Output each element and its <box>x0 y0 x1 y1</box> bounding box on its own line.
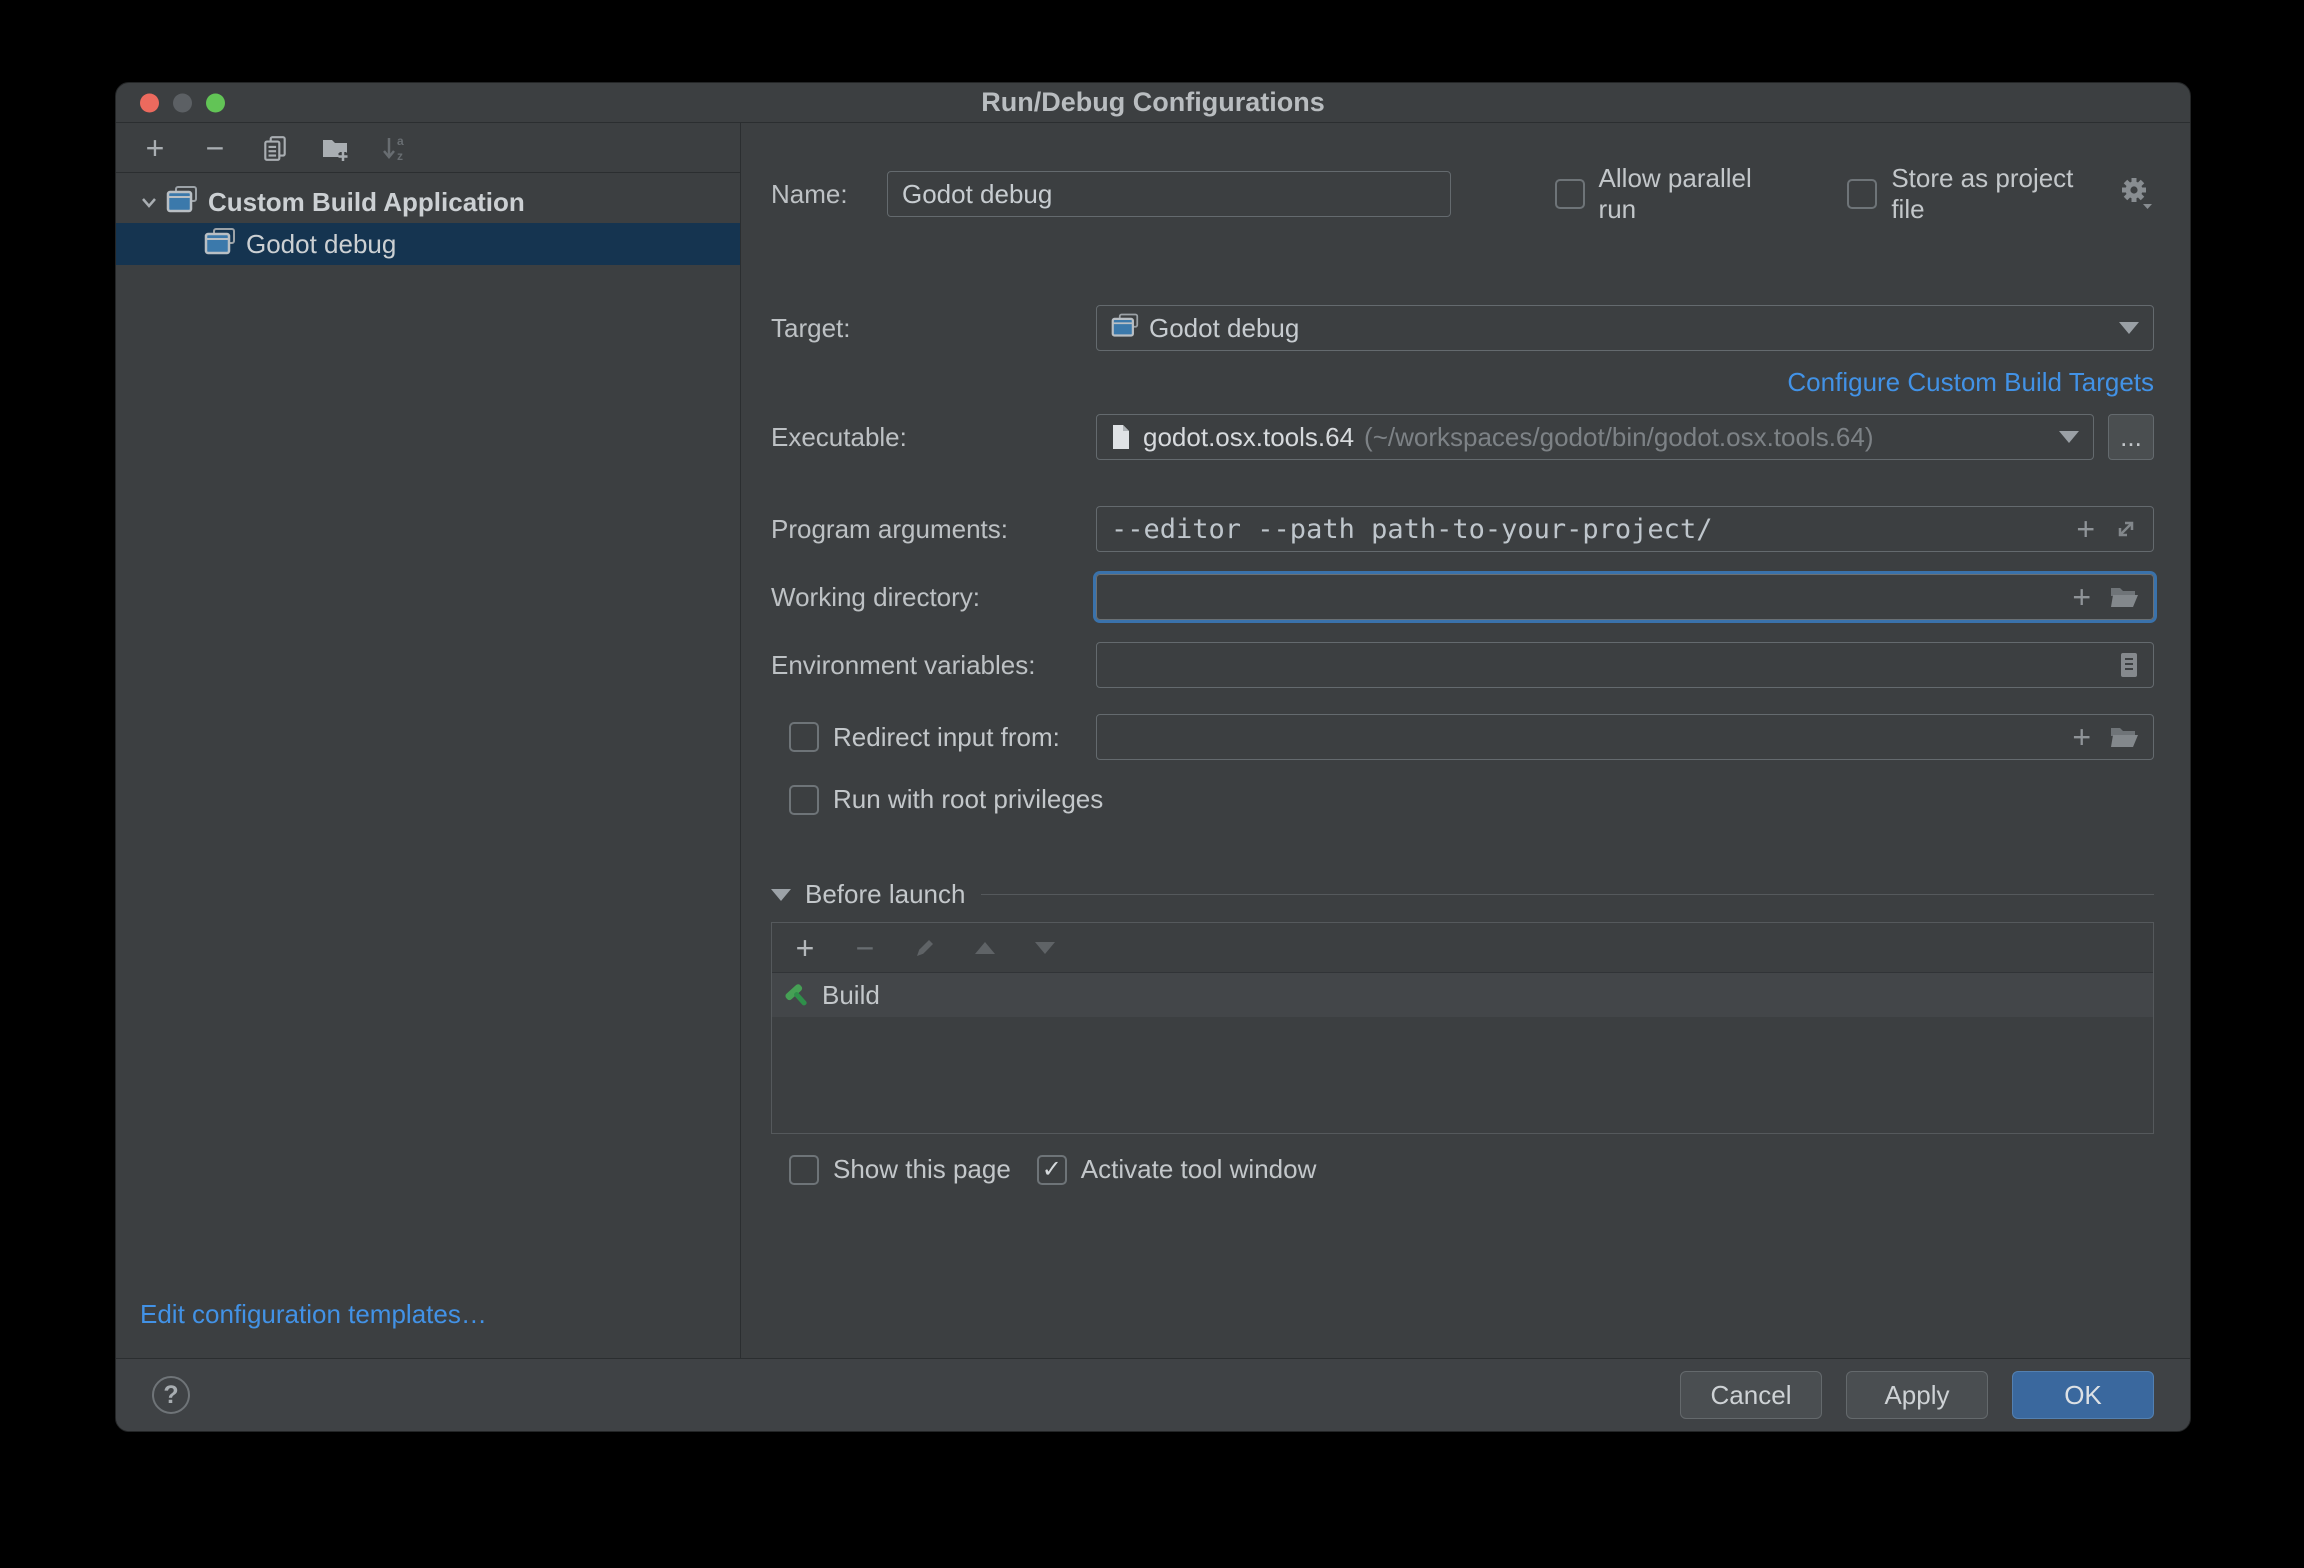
ok-button[interactable]: OK <box>2012 1371 2154 1419</box>
redirect-input-field[interactable]: + <box>1096 714 2154 760</box>
name-label: Name: <box>771 179 887 210</box>
edit-configuration-templates-link[interactable]: Edit configuration templates… <box>116 1299 740 1358</box>
redirect-input-checkbox[interactable] <box>789 722 819 752</box>
task-label: Build <box>822 980 880 1011</box>
edit-variables-icon[interactable] <box>2119 652 2139 678</box>
show-this-page-label: Show this page <box>833 1154 1011 1185</box>
executable-label: Executable: <box>771 422 1096 453</box>
allow-parallel-run-label: Allow parallel run <box>1599 163 1792 225</box>
add-macro-icon[interactable]: + <box>2072 721 2091 753</box>
add-macro-icon[interactable]: + <box>2072 581 2091 613</box>
target-label: Target: <box>771 313 1096 344</box>
svg-text:a: a <box>397 134 404 148</box>
program-arguments-input[interactable]: --editor --path path-to-your-project/ + <box>1096 506 2154 552</box>
tree-child-label: Godot debug <box>246 229 396 260</box>
edit-task-icon[interactable] <box>910 933 940 963</box>
before-launch-title: Before launch <box>805 879 965 910</box>
title-bar: Run/Debug Configurations <box>116 83 2190 123</box>
run-with-root-label: Run with root privileges <box>833 784 1103 815</box>
before-launch-toolbar: + − <box>772 923 2153 973</box>
help-button[interactable]: ? <box>152 1376 190 1414</box>
working-directory-input[interactable]: + <box>1096 574 2154 620</box>
browse-executable-button[interactable]: ... <box>2108 414 2154 460</box>
allow-parallel-run-checkbox[interactable] <box>1555 179 1585 209</box>
remove-task-icon[interactable]: − <box>850 933 880 963</box>
target-value: Godot debug <box>1149 313 1299 344</box>
run-configuration-icon <box>1111 312 1139 345</box>
add-macro-icon[interactable]: + <box>2076 513 2095 545</box>
expand-field-icon[interactable] <box>2113 516 2139 542</box>
before-launch-header[interactable]: Before launch <box>771 879 2154 910</box>
before-launch-task-build[interactable]: Build <box>772 973 2153 1017</box>
configurations-sidebar: + − <box>116 123 741 1358</box>
new-folder-icon[interactable] <box>320 133 350 163</box>
tree-item-custom-build-application[interactable]: Custom Build Application <box>116 181 740 223</box>
environment-variables-label: Environment variables: <box>771 650 1096 681</box>
executable-name: godot.osx.tools.64 <box>1143 422 1354 453</box>
sidebar-toolbar: + − <box>116 123 740 173</box>
collapse-triangle-icon <box>771 889 791 901</box>
apply-button[interactable]: Apply <box>1846 1371 1988 1419</box>
section-divider <box>981 894 2154 895</box>
browse-folder-icon[interactable] <box>2109 585 2139 609</box>
executable-path: (~/workspaces/godot/bin/godot.osx.tools.… <box>1364 422 1873 453</box>
dialog-footer: ? Cancel Apply OK <box>116 1358 2190 1431</box>
name-input[interactable] <box>887 171 1451 217</box>
redirect-input-label: Redirect input from: <box>833 722 1060 753</box>
add-configuration-icon[interactable]: + <box>140 133 170 163</box>
copy-configuration-icon[interactable] <box>260 133 290 163</box>
configure-custom-build-targets-link[interactable]: Configure Custom Build Targets <box>1787 367 2154 398</box>
working-directory-label: Working directory: <box>771 582 1096 613</box>
store-as-project-file-label: Store as project file <box>1891 163 2108 225</box>
tree-parent-label: Custom Build Application <box>208 187 525 218</box>
activate-tool-window-checkbox[interactable]: ✓ <box>1037 1155 1067 1185</box>
remove-configuration-icon[interactable]: − <box>200 133 230 163</box>
cancel-button[interactable]: Cancel <box>1680 1371 1822 1419</box>
configuration-editor: Name: Allow parallel run Store as projec… <box>741 123 2190 1358</box>
hammer-icon <box>782 980 812 1010</box>
chevron-down-icon[interactable] <box>132 191 166 213</box>
show-this-page-checkbox[interactable] <box>789 1155 819 1185</box>
minimize-window-button[interactable] <box>173 93 192 112</box>
dialog-title: Run/Debug Configurations <box>981 87 1324 118</box>
program-arguments-value: --editor --path path-to-your-project/ <box>1111 514 1712 545</box>
move-down-icon[interactable] <box>1030 933 1060 963</box>
svg-text:z: z <box>397 149 403 162</box>
check-mark: ✓ <box>1042 1155 1062 1184</box>
sort-configurations-icon[interactable]: a z <box>380 133 410 163</box>
target-dropdown[interactable]: Godot debug <box>1096 305 2154 351</box>
zoom-window-button[interactable] <box>206 93 225 112</box>
store-as-project-file-checkbox[interactable] <box>1847 179 1877 209</box>
add-task-icon[interactable]: + <box>790 933 820 963</box>
tree-item-godot-debug-selected[interactable]: Godot debug <box>116 223 740 265</box>
browse-folder-icon[interactable] <box>2109 725 2139 749</box>
chevron-down-icon <box>2119 322 2139 334</box>
executable-dropdown[interactable]: godot.osx.tools.64 (~/workspaces/godot/b… <box>1096 414 2094 460</box>
run-configuration-icon <box>204 227 236 262</box>
gear-icon[interactable] <box>2120 177 2154 211</box>
file-icon <box>1111 424 1131 450</box>
program-arguments-label: Program arguments: <box>771 514 1096 545</box>
run-with-root-checkbox[interactable] <box>789 785 819 815</box>
activate-tool-window-label: Activate tool window <box>1081 1154 1317 1185</box>
run-configuration-type-icon <box>166 185 198 220</box>
run-debug-configurations-dialog: Run/Debug Configurations + − <box>115 82 2191 1432</box>
environment-variables-input[interactable] <box>1096 642 2154 688</box>
before-launch-list: + − <box>771 922 2154 1134</box>
move-up-icon[interactable] <box>970 933 1000 963</box>
traffic-lights <box>140 93 225 112</box>
configurations-tree: Custom Build Application Godot debug <box>116 173 740 265</box>
close-window-button[interactable] <box>140 93 159 112</box>
chevron-down-icon <box>2059 431 2079 443</box>
